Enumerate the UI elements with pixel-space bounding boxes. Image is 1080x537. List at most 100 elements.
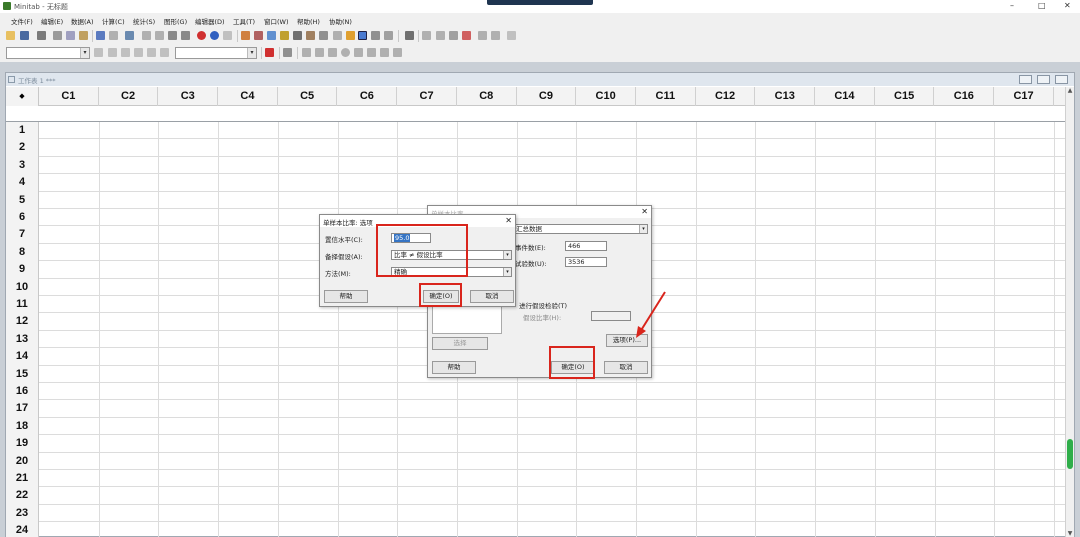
find-icon[interactable] [168, 31, 177, 40]
row-header[interactable]: 19 [6, 435, 39, 453]
vertical-scrollbar[interactable]: ▲ ▼ [1065, 87, 1074, 537]
cancel-icon[interactable] [197, 31, 206, 40]
graph-icon[interactable] [267, 31, 276, 40]
column-header[interactable]: C7 [397, 87, 457, 106]
menu-calc[interactable]: 计算(C) [102, 16, 125, 26]
corner-arrow-icon[interactable]: ◆ [6, 87, 39, 106]
report-icon[interactable] [280, 31, 289, 40]
edit-icon[interactable] [449, 31, 458, 40]
brush2-icon[interactable] [436, 31, 445, 40]
rect-icon[interactable] [328, 48, 337, 57]
redo-icon[interactable] [109, 31, 118, 40]
cascade-icon[interactable] [384, 31, 393, 40]
paste-icon[interactable] [79, 31, 88, 40]
help-button[interactable]: 帮助 [324, 290, 368, 303]
print-icon[interactable] [37, 31, 46, 40]
menu-graph[interactable]: 图形(G) [164, 16, 187, 26]
row-header[interactable]: 6 [6, 209, 39, 227]
tile-icon[interactable] [371, 31, 380, 40]
row-header[interactable]: 17 [6, 400, 39, 418]
column-header[interactable]: C2 [99, 87, 159, 106]
row-header[interactable]: 3 [6, 156, 39, 175]
refresh-icon[interactable] [160, 48, 169, 57]
column-header[interactable]: C14 [815, 87, 875, 106]
column-header[interactable]: C13 [755, 87, 816, 106]
worksheet-icon[interactable] [125, 31, 134, 40]
scroll-down-icon[interactable]: ▼ [1066, 530, 1074, 537]
row-header[interactable]: 20 [6, 452, 39, 470]
column-header[interactable]: C17 [994, 87, 1054, 106]
menu-data[interactable]: 数据(A) [71, 16, 94, 26]
open-icon[interactable] [6, 31, 15, 40]
row-header[interactable]: 21 [6, 470, 39, 488]
text-icon[interactable] [315, 48, 324, 57]
run-icon[interactable] [94, 48, 103, 57]
graph-combo[interactable]: ▾ [175, 47, 257, 59]
eraser-icon[interactable] [507, 31, 516, 40]
marker-icon[interactable] [380, 48, 389, 57]
column-header[interactable]: C3 [158, 87, 219, 106]
row-header[interactable]: 8 [6, 243, 39, 262]
row-header[interactable]: 13 [6, 330, 39, 349]
row-header[interactable]: 16 [6, 383, 39, 401]
menu-stat[interactable]: 统计(S) [133, 16, 155, 26]
select-button[interactable]: 选择 [432, 337, 488, 350]
replace-icon[interactable] [181, 31, 190, 40]
region-icon[interactable] [393, 48, 402, 57]
hypothesis-test-checkbox[interactable]: 进行假设检验(T) [519, 300, 567, 310]
menu-assist[interactable]: 协助(N) [329, 16, 352, 26]
brush-icon[interactable] [422, 31, 431, 40]
row-header[interactable]: 2 [6, 139, 39, 157]
layout-icon[interactable] [333, 31, 342, 40]
maximize-icon[interactable]: □ [1038, 1, 1046, 10]
row-header[interactable]: 5 [6, 191, 39, 209]
delete-icon[interactable] [265, 48, 274, 57]
formula-icon[interactable] [405, 31, 414, 40]
down-icon[interactable] [155, 31, 164, 40]
line-tool-icon[interactable] [354, 48, 363, 57]
ellipse-icon[interactable] [341, 48, 350, 57]
column-header[interactable]: C16 [935, 87, 995, 106]
filter-icon[interactable] [147, 48, 156, 57]
pencil-icon[interactable] [121, 48, 130, 57]
ws-restore-icon[interactable] [1037, 75, 1050, 84]
data-icon[interactable] [254, 31, 263, 40]
menu-edit[interactable]: 编辑(E) [41, 16, 63, 26]
menu-file[interactable]: 文件(F) [11, 16, 33, 26]
row-header[interactable]: 9 [6, 261, 39, 279]
close-icon[interactable]: ✕ [1064, 1, 1071, 10]
column-header[interactable]: C9 [517, 87, 577, 106]
row-header[interactable]: 22 [6, 487, 39, 505]
info-icon[interactable] [319, 31, 328, 40]
worksheet-combo[interactable]: ▾ [6, 47, 90, 59]
ws-minimize-icon[interactable] [1019, 75, 1032, 84]
row-header[interactable]: 4 [6, 174, 39, 192]
column-header[interactable]: C8 [457, 87, 517, 106]
ws-close-icon[interactable] [1055, 75, 1068, 84]
line-icon[interactable] [491, 31, 500, 40]
minimize-icon[interactable]: – [1010, 1, 1014, 10]
row-header[interactable]: 11 [6, 296, 39, 314]
row-header[interactable]: 1 [6, 122, 39, 140]
column-header[interactable]: C4 [218, 87, 278, 106]
variable-list[interactable] [432, 304, 502, 334]
select-icon[interactable] [302, 48, 311, 57]
menu-tools[interactable]: 工具(T) [233, 16, 255, 26]
row-header[interactable]: 24 [6, 522, 39, 537]
cut-icon[interactable] [53, 31, 62, 40]
events-field[interactable]: 466 [565, 241, 607, 251]
help-button[interactable]: 帮助 [432, 361, 476, 374]
row-header[interactable]: 10 [6, 278, 39, 296]
brush-tool-icon[interactable] [108, 48, 117, 57]
column-header[interactable]: C12 [696, 87, 756, 106]
cancel-button[interactable]: 取消 [604, 361, 648, 374]
close-icon[interactable]: ✕ [505, 216, 512, 225]
column-name-row[interactable] [6, 106, 1067, 122]
chart-icon[interactable] [346, 31, 355, 40]
help-icon[interactable] [210, 31, 219, 40]
save-icon[interactable] [20, 31, 29, 40]
zoom-icon[interactable] [462, 31, 471, 40]
row-header[interactable]: 23 [6, 504, 39, 523]
column-header[interactable]: C1 [39, 87, 99, 106]
menu-window[interactable]: 窗口(W) [264, 16, 289, 26]
